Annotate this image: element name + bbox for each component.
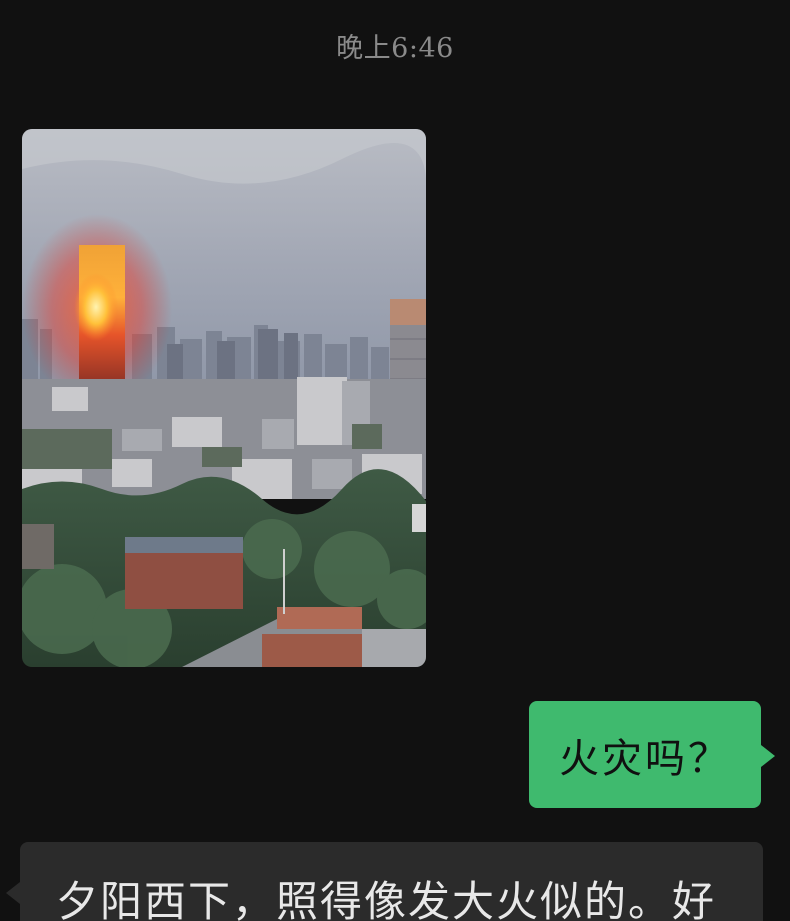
incoming-message-text: 夕阳西下，照得像发大火似的。好 xyxy=(56,877,717,921)
chat-screen: 晚上6:46 火灾吗？ 夕阳西下，照得像发大火似的。好 xyxy=(0,0,790,921)
city-sunset-photo xyxy=(22,129,426,667)
incoming-message-bubble[interactable]: 夕阳西下，照得像发大火似的。好 xyxy=(6,842,763,921)
outgoing-message-bubble[interactable]: 火灾吗？ xyxy=(529,701,775,808)
message-timestamp: 晚上6:46 xyxy=(336,33,454,64)
outgoing-message-text: 火灾吗？ xyxy=(559,735,731,782)
image-message[interactable] xyxy=(22,129,426,667)
